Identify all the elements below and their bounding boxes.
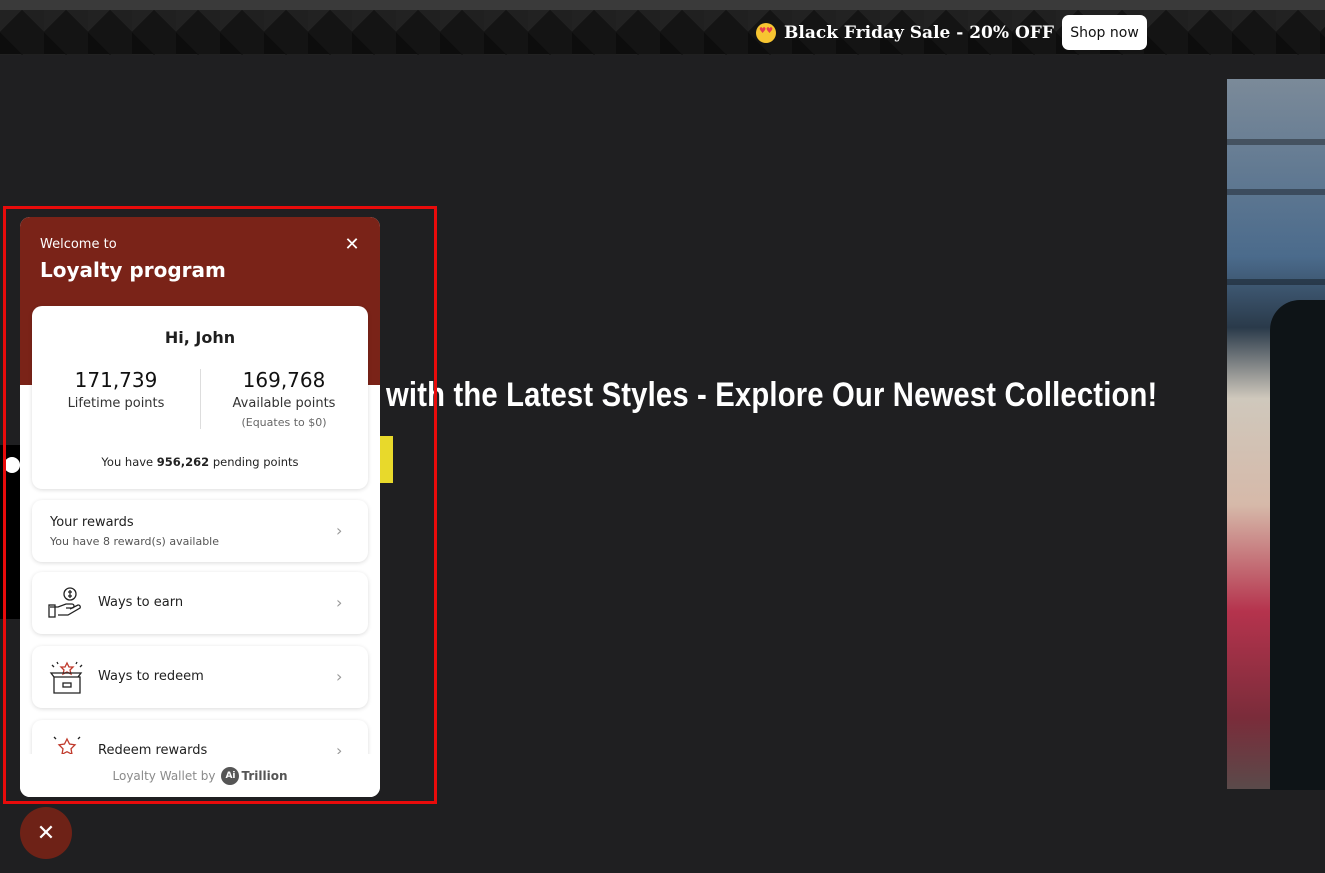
widget-launcher-button[interactable]: ✕: [20, 807, 72, 859]
photo-detail: [1227, 139, 1325, 145]
close-icon: ✕: [36, 820, 56, 846]
photo-detail: [1227, 279, 1325, 285]
hero-model: [1270, 300, 1325, 790]
hero-headline: with the Latest Styles - Explore Our New…: [386, 376, 1158, 414]
highlight-box: [3, 206, 437, 804]
browser-edge: [0, 0, 1325, 10]
shop-now-button[interactable]: Shop now: [1062, 15, 1147, 50]
announcement-text: Black Friday Sale - 20% OFF: [756, 20, 1082, 46]
star-struck-emoji-icon: [756, 23, 776, 43]
announcement-label: Black Friday Sale - 20% OFF: [784, 23, 1054, 43]
photo-detail: [1227, 189, 1325, 195]
